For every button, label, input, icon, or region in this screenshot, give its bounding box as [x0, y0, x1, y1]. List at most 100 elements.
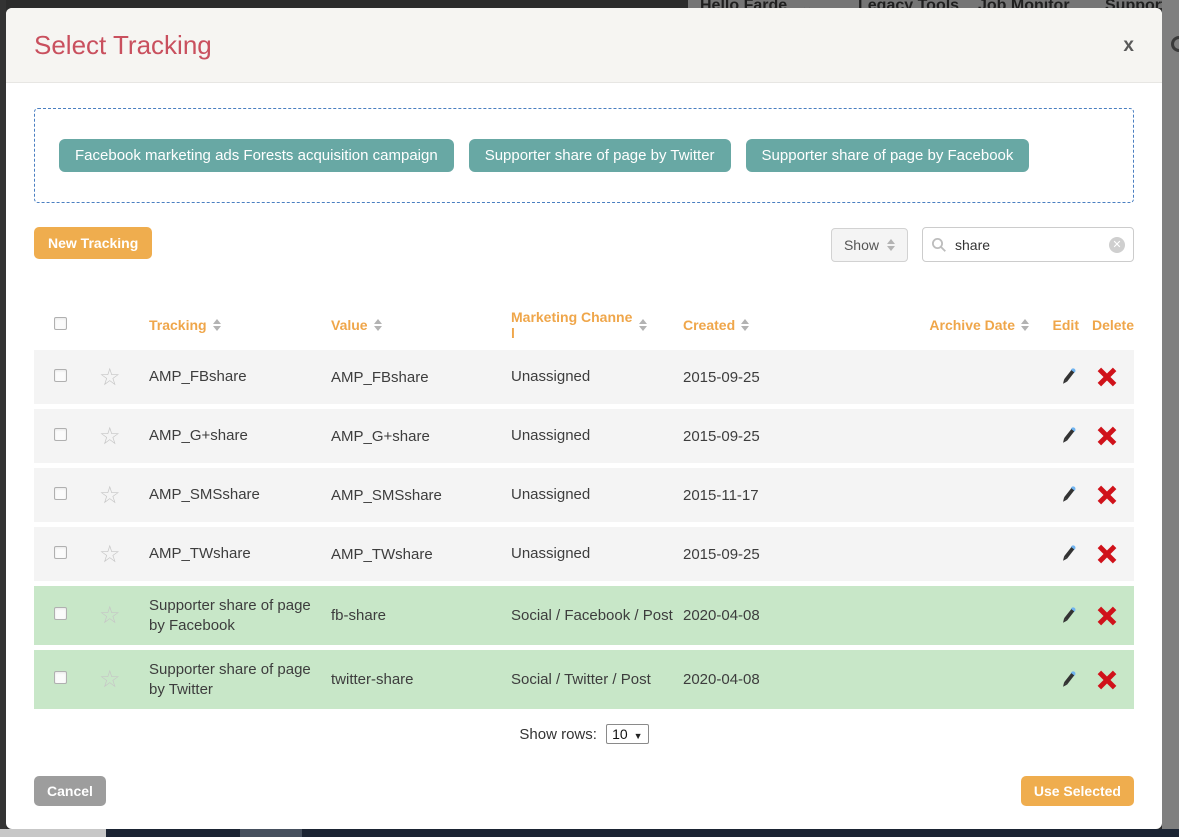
row-checkbox[interactable]	[54, 671, 67, 684]
cell-channel: Unassigned	[511, 367, 673, 387]
cell-value: AMP_TWshare	[331, 546, 511, 563]
show-filter-label: Show	[844, 237, 879, 253]
column-header-archive-date[interactable]: Archive Date	[861, 317, 1029, 333]
row-checkbox[interactable]	[54, 546, 67, 559]
cell-created: 2020-04-08	[683, 671, 861, 688]
selected-tracking-chip[interactable]: Facebook marketing ads Forests acquisiti…	[59, 139, 454, 172]
cell-created: 2015-11-17	[683, 487, 861, 504]
column-header-created[interactable]: Created	[683, 317, 861, 333]
row-checkbox[interactable]	[54, 369, 67, 382]
footer-segment	[240, 829, 302, 837]
select-tracking-modal: Select Tracking x Facebook marketing ads…	[6, 8, 1162, 829]
cell-tracking: AMP_FBshare	[149, 367, 311, 387]
edit-pencil-icon[interactable]	[1057, 543, 1079, 565]
chevron-down-icon: ⌄	[800, 0, 813, 8]
cell-value: AMP_G+share	[331, 428, 511, 445]
page-behind-right-strip	[1162, 0, 1179, 837]
use-selected-button[interactable]: Use Selected	[1021, 776, 1134, 806]
nav-legacy-tools[interactable]: Legacy Tools	[858, 0, 959, 8]
delete-x-icon[interactable]	[1095, 668, 1119, 692]
column-header-marketing-channel[interactable]: Marketing Channel	[511, 309, 683, 341]
row-checkbox[interactable]	[54, 607, 67, 620]
edit-pencil-icon[interactable]	[1057, 484, 1079, 506]
search-icon	[931, 237, 947, 253]
table-row: ☆ AMP_TWshare AMP_TWshare Unassigned 201…	[34, 527, 1134, 581]
star-icon[interactable]: ☆	[99, 541, 121, 568]
delete-x-icon[interactable]	[1095, 365, 1119, 389]
table-row: ☆ AMP_G+share AMP_G+share Unassigned 201…	[34, 409, 1134, 463]
close-icon[interactable]: x	[1123, 36, 1134, 55]
pagination-bar: Show rows: 10▼	[34, 724, 1134, 744]
new-tracking-button[interactable]: New Tracking	[34, 227, 152, 259]
cell-value: fb-share	[331, 607, 511, 624]
cell-tracking: Supporter share of page by Facebook	[149, 596, 311, 635]
selected-trackings-panel: Facebook marketing ads Forests acquisiti…	[34, 108, 1134, 203]
cell-created: 2015-09-25	[683, 369, 861, 386]
cell-tracking: AMP_SMSshare	[149, 485, 311, 505]
cell-created: 2015-09-25	[683, 428, 861, 445]
nav-user-menu[interactable]: Hello Farde	[700, 0, 787, 8]
table-row: ☆ AMP_SMSshare AMP_SMSshare Unassigned 2…	[34, 468, 1134, 522]
cell-channel: Social / Facebook / Post	[511, 606, 673, 626]
updown-arrows-icon	[887, 239, 895, 251]
nav-job-monitor[interactable]: Job Monitor	[978, 0, 1070, 8]
modal-title: Select Tracking	[34, 30, 212, 61]
show-rows-select[interactable]: 10▼	[606, 724, 649, 744]
row-checkbox[interactable]	[54, 428, 67, 441]
page-behind-navbar: Hello Farde ⌄ Legacy Tools Job Monitor S…	[688, 0, 1162, 8]
page-behind-bottom-strip	[0, 829, 1179, 837]
table-header-row: Tracking Value Marketing Channel Created…	[34, 300, 1134, 350]
star-icon[interactable]: ☆	[99, 423, 121, 450]
cell-value: AMP_SMSshare	[331, 487, 511, 504]
cell-tracking: AMP_TWshare	[149, 544, 311, 564]
edit-pencil-icon[interactable]	[1057, 605, 1079, 627]
cell-channel: Unassigned	[511, 426, 673, 446]
cell-value: twitter-share	[331, 671, 511, 688]
star-icon[interactable]: ☆	[99, 364, 121, 391]
page-behind-top-strip: Hello Farde ⌄ Legacy Tools Job Monitor S…	[0, 0, 1179, 8]
delete-x-icon[interactable]	[1095, 424, 1119, 448]
star-icon[interactable]: ☆	[99, 602, 121, 629]
delete-x-icon[interactable]	[1095, 604, 1119, 628]
sort-icon[interactable]	[213, 319, 221, 331]
row-checkbox[interactable]	[54, 487, 67, 500]
delete-x-icon[interactable]	[1095, 542, 1119, 566]
cell-value: AMP_FBshare	[331, 369, 511, 386]
show-filter-dropdown[interactable]: Show	[831, 228, 908, 262]
table-row: ☆ Supporter share of page by Twitter twi…	[34, 650, 1134, 709]
cell-tracking: AMP_G+share	[149, 426, 311, 446]
table-row: ☆ AMP_FBshare AMP_FBshare Unassigned 201…	[34, 350, 1134, 404]
column-header-edit: Edit	[1029, 317, 1079, 333]
cell-created: 2020-04-08	[683, 607, 861, 624]
partial-circle-icon	[1171, 36, 1179, 52]
tracking-table: Tracking Value Marketing Channel Created…	[34, 300, 1134, 709]
sort-icon[interactable]	[639, 319, 647, 331]
edit-pencil-icon[interactable]	[1057, 366, 1079, 388]
cell-channel: Social / Twitter / Post	[511, 670, 673, 690]
edit-pencil-icon[interactable]	[1057, 669, 1079, 691]
cell-tracking: Supporter share of page by Twitter	[149, 660, 311, 699]
edit-pencil-icon[interactable]	[1057, 425, 1079, 447]
select-all-checkbox[interactable]	[54, 317, 67, 330]
scrollbar-thumb[interactable]	[0, 829, 106, 837]
sort-icon[interactable]	[1021, 319, 1029, 331]
table-row: ☆ Supporter share of page by Facebook fb…	[34, 586, 1134, 645]
nav-support[interactable]: Support	[1105, 0, 1166, 8]
star-icon[interactable]: ☆	[99, 482, 121, 509]
column-header-value[interactable]: Value	[331, 317, 511, 333]
search-input[interactable]	[955, 237, 1101, 253]
selected-tracking-chip[interactable]: Supporter share of page by Twitter	[469, 139, 731, 172]
column-header-delete: Delete	[1079, 317, 1134, 333]
sort-icon[interactable]	[374, 319, 382, 331]
selected-tracking-chip[interactable]: Supporter share of page by Facebook	[746, 139, 1030, 172]
sort-icon[interactable]	[741, 319, 749, 331]
show-rows-label: Show rows:	[519, 726, 597, 743]
cell-channel: Unassigned	[511, 485, 673, 505]
delete-x-icon[interactable]	[1095, 483, 1119, 507]
star-icon[interactable]: ☆	[99, 666, 121, 693]
cell-channel: Unassigned	[511, 544, 673, 564]
modal-header: Select Tracking x	[6, 8, 1162, 83]
clear-search-icon[interactable]: ✕	[1109, 237, 1125, 253]
cancel-button[interactable]: Cancel	[34, 776, 106, 806]
column-header-tracking[interactable]: Tracking	[149, 317, 331, 333]
